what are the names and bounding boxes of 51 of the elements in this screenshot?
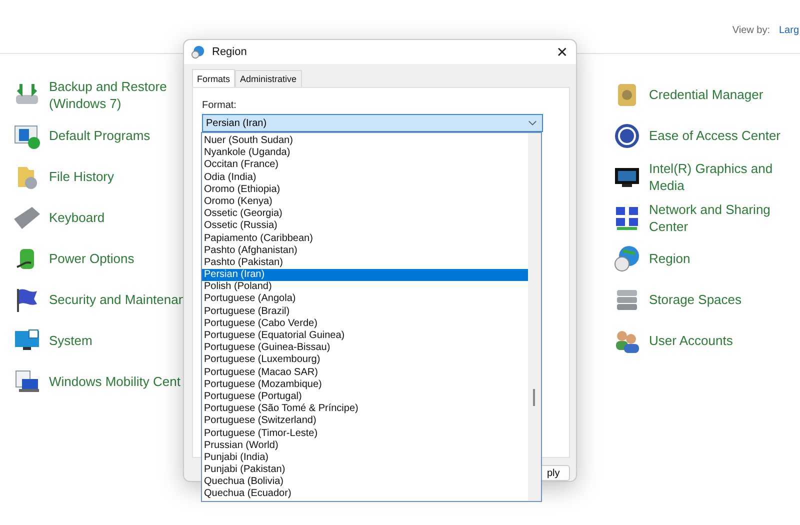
control-panel-link[interactable]: Network and Sharing Center xyxy=(649,200,787,234)
control-panel-link[interactable]: User Accounts xyxy=(649,332,787,349)
close-button[interactable]: ✕ xyxy=(556,44,568,61)
dropdown-option[interactable]: Portuguese (Guinea-Bissau) xyxy=(202,342,528,354)
tab[interactable]: Administrative xyxy=(235,70,302,88)
globe-clock-icon xyxy=(613,244,641,272)
chevron-down-icon xyxy=(528,120,537,126)
dropdown-option[interactable]: Portuguese (Cabo Verde) xyxy=(202,318,528,330)
dropdown-option[interactable]: Pashto (Pakistan) xyxy=(202,256,528,270)
control-panel-link[interactable]: Ease of Access Center xyxy=(649,127,787,144)
dropdown-option[interactable]: Portuguese (Luxembourg) xyxy=(202,354,528,367)
dropdown-option[interactable]: Nyankole (Uganda) xyxy=(202,147,528,160)
dropdown-option[interactable]: Portuguese (Timor-Leste) xyxy=(202,428,528,440)
dropdown-option[interactable]: Portuguese (Switzerland) xyxy=(202,415,528,428)
control-panel-link[interactable]: Storage Spaces xyxy=(649,291,787,308)
dropdown-option[interactable]: Prussian (World) xyxy=(202,440,528,452)
tab[interactable]: Formats xyxy=(192,69,236,88)
dropdown-option[interactable]: Quechua (Ecuador) xyxy=(202,488,528,501)
dropdown-option[interactable]: Portuguese (Portugal) xyxy=(202,390,528,404)
dropdown-option[interactable]: Quechua (Bolivia) xyxy=(202,476,528,488)
dropdown-option[interactable]: Odia (India) xyxy=(202,172,528,184)
dropdown-option[interactable]: Oromo (Ethiopia) xyxy=(202,184,528,196)
format-label: Format: xyxy=(202,100,238,112)
view-by-label: View by: xyxy=(732,25,770,36)
dropdown-option[interactable]: Portuguese (Macao SAR) xyxy=(202,366,528,379)
control-panel-link[interactable]: Region xyxy=(649,250,787,267)
scrollbar-thumb[interactable] xyxy=(533,389,535,406)
dropdown-option[interactable]: Papiamento (Caribbean) xyxy=(202,232,528,245)
dropdown-option[interactable]: Polish (Poland) xyxy=(202,281,528,294)
accessibility-icon xyxy=(613,122,641,150)
dropdown-option[interactable]: Portuguese (Angola) xyxy=(202,293,528,306)
dropdown-option[interactable]: Punjabi (India) xyxy=(202,452,528,464)
dropdown-option[interactable]: Oromo (Kenya) xyxy=(202,196,528,208)
control-panel-link[interactable]: Intel(R) Graphics and Media xyxy=(649,160,787,194)
dropdown-option[interactable]: Portuguese (São Tomé & Príncipe) xyxy=(202,403,528,416)
format-dropdown[interactable]: Persian (Iran) xyxy=(202,114,543,132)
globe-icon xyxy=(191,45,205,60)
window-title: Region xyxy=(212,46,248,58)
view-by-link[interactable]: Larg xyxy=(778,25,799,36)
scrollbar[interactable] xyxy=(528,133,541,501)
dropdown-option[interactable]: Ossetic (Georgia) xyxy=(202,208,528,220)
dropdown-option[interactable]: Nuer (South Sudan) xyxy=(202,135,528,148)
dropdown-option[interactable]: Persian (Iran) xyxy=(202,269,528,282)
dropdown-option[interactable]: Portuguese (Brazil) xyxy=(202,306,528,318)
dropdown-option[interactable]: Portuguese (Equatorial Guinea) xyxy=(202,330,528,342)
control-panel-link[interactable]: Credential Manager xyxy=(649,86,787,103)
dropdown-option[interactable]: Ossetic (Russia) xyxy=(202,220,528,232)
dropdown-option[interactable]: Pashto (Afghanistan) xyxy=(202,244,528,257)
dropdown-option[interactable]: Occitan (France) xyxy=(202,159,528,172)
dropdown-option[interactable]: Portuguese (Mozambique) xyxy=(202,378,528,391)
dropdown-option[interactable]: Punjabi (Pakistan) xyxy=(202,464,528,476)
